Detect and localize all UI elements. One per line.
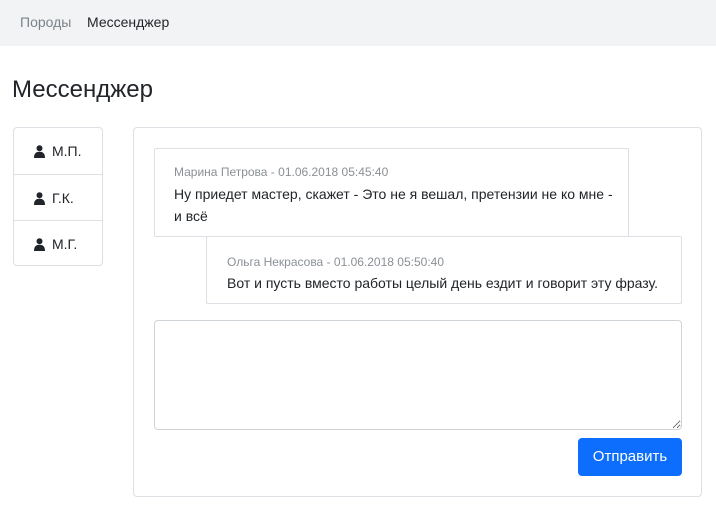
- breadcrumb-link-breeds[interactable]: Породы: [20, 13, 71, 31]
- user-item[interactable]: М.Г.: [14, 220, 102, 265]
- message-text: Ну приедет мастер, скажет - Это не я веш…: [174, 186, 613, 224]
- user-item-label: М.П.: [52, 143, 82, 159]
- chat-panel: Марина Петрова - 01.06.2018 05:45:40 Ну …: [133, 127, 702, 497]
- user-item-label: М.Г.: [52, 236, 78, 252]
- message-header: Ольга Некрасова - 01.06.2018 05:50:40: [227, 255, 445, 269]
- user-item[interactable]: Г.К.: [14, 174, 102, 220]
- user-icon: [34, 238, 45, 251]
- page-title: Мессенджер: [12, 76, 153, 103]
- user-item-label: Г.К.: [52, 190, 74, 206]
- breadcrumb-current: Мессенджер: [87, 14, 170, 30]
- breadcrumb: Породы Мессенджер: [0, 0, 716, 46]
- user-icon: [34, 145, 45, 158]
- message-text: Вот и пусть вместо работы целый день езд…: [227, 275, 659, 291]
- message-input[interactable]: [154, 320, 682, 430]
- user-icon: [34, 192, 45, 205]
- message-header: Марина Петрова - 01.06.2018 05:45:40: [174, 165, 389, 179]
- message: Марина Петрова - 01.06.2018 05:45:40 Ну …: [154, 148, 629, 237]
- message: Ольга Некрасова - 01.06.2018 05:50:40 Во…: [206, 236, 682, 304]
- user-list: М.П. Г.К. М.Г.: [13, 127, 103, 266]
- send-button[interactable]: Отправить: [578, 438, 682, 476]
- user-item[interactable]: М.П.: [14, 128, 102, 174]
